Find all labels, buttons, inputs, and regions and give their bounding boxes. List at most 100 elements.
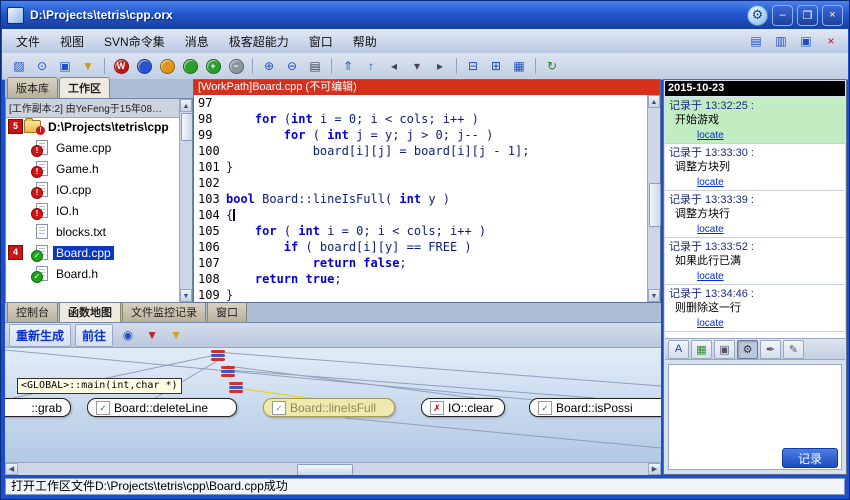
new-window-icon[interactable]: ▣ [54, 55, 76, 77]
locate-link[interactable]: locate [697, 224, 724, 235]
locate-link[interactable]: locate [697, 130, 724, 141]
locate-link[interactable]: locate [697, 271, 724, 282]
editor-scrollbar[interactable]: ▲ ▼ [647, 95, 660, 302]
error-file-icon [36, 182, 48, 197]
function-map-canvas[interactable]: <GLOBAL>::main(int,char *) ::grab✓Board:… [5, 348, 661, 462]
function-node-grab[interactable]: ::grab [5, 398, 71, 417]
goto-button[interactable]: 前往 [75, 324, 113, 347]
scroll-left-icon[interactable]: ◀ [5, 463, 18, 475]
function-node-board-ispossi[interactable]: ✓Board::isPossi [529, 398, 661, 417]
line-number: 101 [194, 159, 226, 175]
monitor-icon[interactable]: ▣ [795, 30, 817, 52]
text-attr-icon[interactable]: A [668, 340, 689, 359]
open-workspace-icon[interactable]: ▨ [8, 55, 30, 77]
edit-pencil-icon[interactable]: ✎ [783, 340, 804, 359]
search-view-icon[interactable]: ⊙ [31, 55, 53, 77]
maximize-button[interactable]: ❐ [797, 5, 818, 26]
tree-item-game-h[interactable]: Game.h [6, 158, 179, 179]
locate-link[interactable]: locate [697, 177, 724, 188]
menu-window[interactable]: 窗口 [299, 30, 343, 53]
tree-scrollbar[interactable]: ▲ ▼ [179, 99, 192, 302]
log-entry: 记录于 13:32:25 :开始游戏locate [665, 97, 845, 144]
filter-red-icon[interactable]: ▼ [141, 324, 163, 346]
function-node-board-lineisfull[interactable]: ✓Board::lineIsFull [263, 398, 395, 417]
image-icon[interactable]: ▦ [691, 340, 712, 359]
tree-item-io-cpp[interactable]: IO.cpp [6, 179, 179, 200]
function-node-label: Board::deleteLine [114, 401, 208, 415]
orange-ball-icon[interactable] [156, 55, 178, 77]
add-ball-icon[interactable]: + [202, 55, 224, 77]
tree-item-board-h[interactable]: Board.h [6, 263, 179, 284]
locate-link[interactable]: locate [697, 318, 724, 329]
menu-svn-commands[interactable]: SVN命令集 [94, 30, 175, 53]
close-button[interactable]: × [822, 5, 843, 26]
refresh-icon[interactable]: ↻ [541, 55, 563, 77]
probe-icon[interactable]: ✒ [760, 340, 781, 359]
code-area[interactable]: 9798 for (int i = 0; i < cols; i++ )99 f… [194, 95, 647, 302]
word-ball-icon[interactable]: W [110, 55, 132, 77]
up-top-icon[interactable]: ⇑ [337, 55, 359, 77]
call-node-icon[interactable] [211, 350, 225, 363]
nav-right-icon[interactable]: ▸ [429, 55, 451, 77]
tree-item-blocks-txt[interactable]: blocks.txt [6, 221, 179, 242]
scroll-down-icon[interactable]: ▼ [180, 289, 192, 302]
left-tabs: 版本库工作区 [5, 79, 193, 98]
zoom-in-icon[interactable]: ⊕ [258, 55, 280, 77]
message-bubble-icon[interactable]: ▥ [770, 30, 792, 52]
tab-window-list[interactable]: 窗口 [207, 303, 247, 322]
camera-icon[interactable]: ▣ [714, 340, 735, 359]
settings-gear-button[interactable]: ⚙ [747, 5, 768, 26]
tab-console[interactable]: 控制台 [7, 303, 58, 322]
regenerate-button[interactable]: 重新生成 [9, 324, 71, 347]
tab-repository[interactable]: 版本库 [7, 77, 58, 98]
board-list-icon[interactable]: ▤ [745, 30, 767, 52]
remove-ball-icon[interactable]: − [225, 55, 247, 77]
menu-view[interactable]: 视图 [50, 30, 94, 53]
print-icon[interactable]: ▤ [304, 55, 326, 77]
tree-item-io-h[interactable]: IO.h [6, 200, 179, 221]
editor-header: [WorkPath]Board.cpp (不可编辑) [194, 80, 660, 95]
menu-messages[interactable]: 消息 [175, 30, 219, 53]
overview-map-icon[interactable]: ◉ [117, 324, 139, 346]
cascade-icon[interactable]: ▦ [508, 55, 530, 77]
menu-geek-power[interactable]: 极客超能力 [219, 30, 299, 53]
green-ball-icon[interactable] [179, 55, 201, 77]
tree-item-board-cpp[interactable]: 4Board.cpp [6, 242, 179, 263]
function-node-io-clear[interactable]: ✗IO::clear [421, 398, 505, 417]
function-node-board-deleteline[interactable]: ✓Board::deleteLine [87, 398, 237, 417]
tree-item-game-cpp[interactable]: Game.cpp [6, 137, 179, 158]
tab-workspace[interactable]: 工作区 [59, 77, 110, 98]
scroll-up-icon[interactable]: ▲ [180, 99, 192, 112]
up-icon[interactable]: ↑ [360, 55, 382, 77]
tab-function-map[interactable]: 函数地图 [59, 303, 121, 322]
scroll-thumb[interactable] [649, 183, 661, 227]
call-node-icon[interactable] [229, 382, 243, 395]
tab-file-monitor[interactable]: 文件监控记录 [122, 303, 206, 322]
code-editor: [WorkPath]Board.cpp (不可编辑) 9798 for (int… [193, 79, 661, 303]
scroll-thumb[interactable] [181, 113, 193, 141]
menu-file[interactable]: 文件 [6, 30, 50, 53]
zoom-out-icon[interactable]: ⊖ [281, 55, 303, 77]
scroll-up-icon[interactable]: ▲ [648, 95, 660, 108]
call-node-icon[interactable] [221, 366, 235, 379]
nav-left-icon[interactable]: ◂ [383, 55, 405, 77]
tree-item-root[interactable]: 5!D:\Projects\tetris\cpp [6, 116, 179, 137]
scroll-down-icon[interactable]: ▼ [648, 289, 660, 302]
filter-yellow-icon[interactable]: ▼ [165, 324, 187, 346]
filter-icon[interactable]: ▼ [77, 55, 99, 77]
text-caret [233, 209, 235, 221]
layout-v-icon[interactable]: ⊞ [485, 55, 507, 77]
record-button[interactable]: 记录 [782, 448, 838, 468]
layout-h-icon[interactable]: ⊟ [462, 55, 484, 77]
map-scrollbar[interactable]: ◀ ▶ [5, 462, 661, 475]
menu-help[interactable]: 帮助 [343, 30, 387, 53]
scroll-right-icon[interactable]: ▶ [648, 463, 661, 475]
code-text: } [226, 287, 233, 302]
scroll-thumb[interactable] [297, 464, 353, 475]
close-view-icon[interactable]: × [820, 30, 842, 52]
minimize-button[interactable]: – [772, 5, 793, 26]
nav-down-icon[interactable]: ▾ [406, 55, 428, 77]
log-text: 则删除这一行 [669, 301, 841, 315]
gear-icon[interactable]: ⚙ [737, 340, 758, 359]
blue-ball-icon[interactable] [133, 55, 155, 77]
